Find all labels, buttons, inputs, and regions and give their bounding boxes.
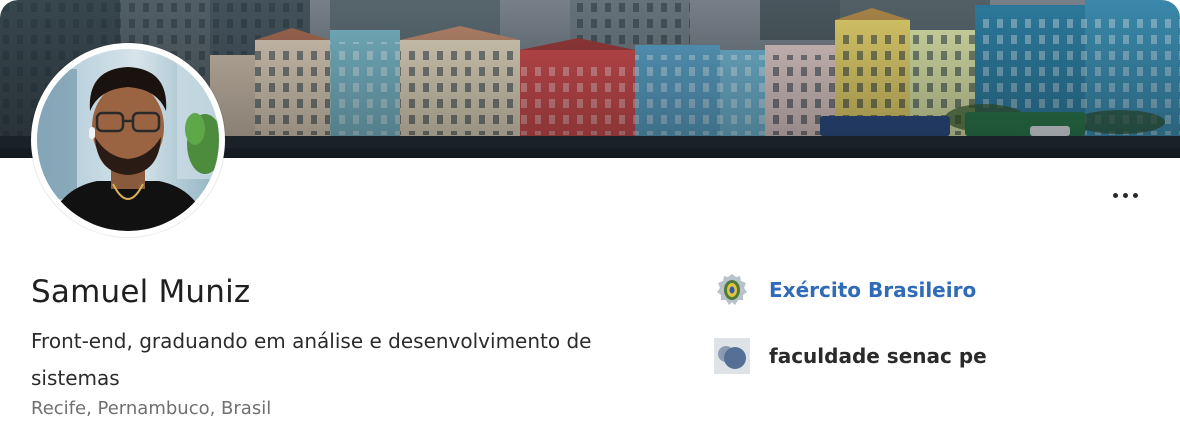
experience-item-exercito[interactable]: Exército Brasileiro [713,270,976,310]
more-horizontal-icon [1132,192,1138,198]
more-options-button[interactable] [1098,178,1152,212]
experience-item-senac[interactable]: faculdade senac pe [713,336,987,376]
army-emblem-icon [713,271,751,309]
college-logo-icon [713,337,751,375]
profile-headline: Front-end, graduando em análise e desenv… [31,329,592,390]
profile-name: Samuel Muniz [31,274,251,310]
avatar-photo [37,49,219,231]
experience-name: Exército Brasileiro [769,278,977,302]
profile-card: Samuel Muniz Front-end, graduando em aná… [0,0,1180,434]
more-horizontal-icon [1122,192,1128,198]
experience-name: faculdade senac pe [769,344,987,368]
more-horizontal-icon [1112,192,1118,198]
profile-location: Recife, Pernambuco, Brasil [31,398,272,419]
profile-avatar[interactable] [31,43,225,237]
